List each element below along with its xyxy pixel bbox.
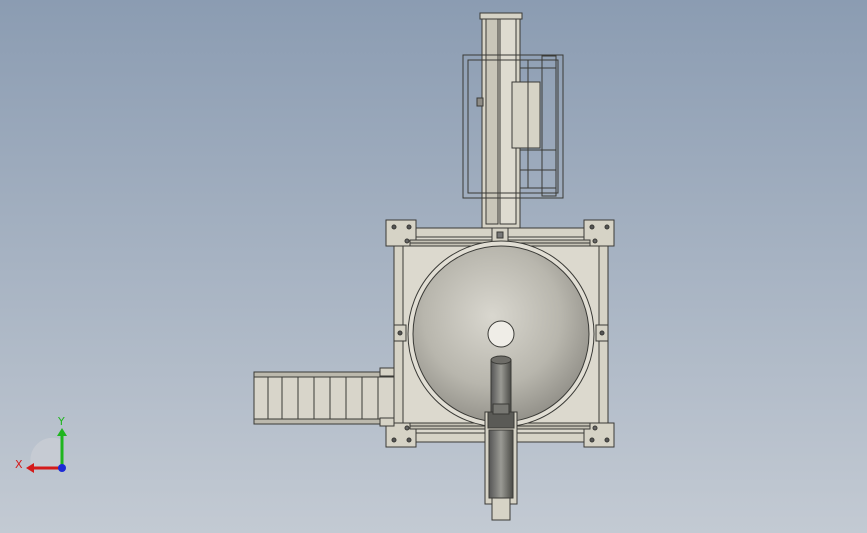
x-axis-label: X: [15, 458, 23, 471]
graphics-viewport[interactable]: X Y: [0, 0, 867, 533]
side-conveyor: [253, 367, 395, 427]
cad-model[interactable]: [0, 0, 867, 533]
z-axis-dot: [58, 464, 66, 472]
axis-triad-icon: X Y: [15, 415, 67, 473]
y-axis-label: Y: [57, 415, 65, 428]
triad-plane: [30, 437, 62, 468]
